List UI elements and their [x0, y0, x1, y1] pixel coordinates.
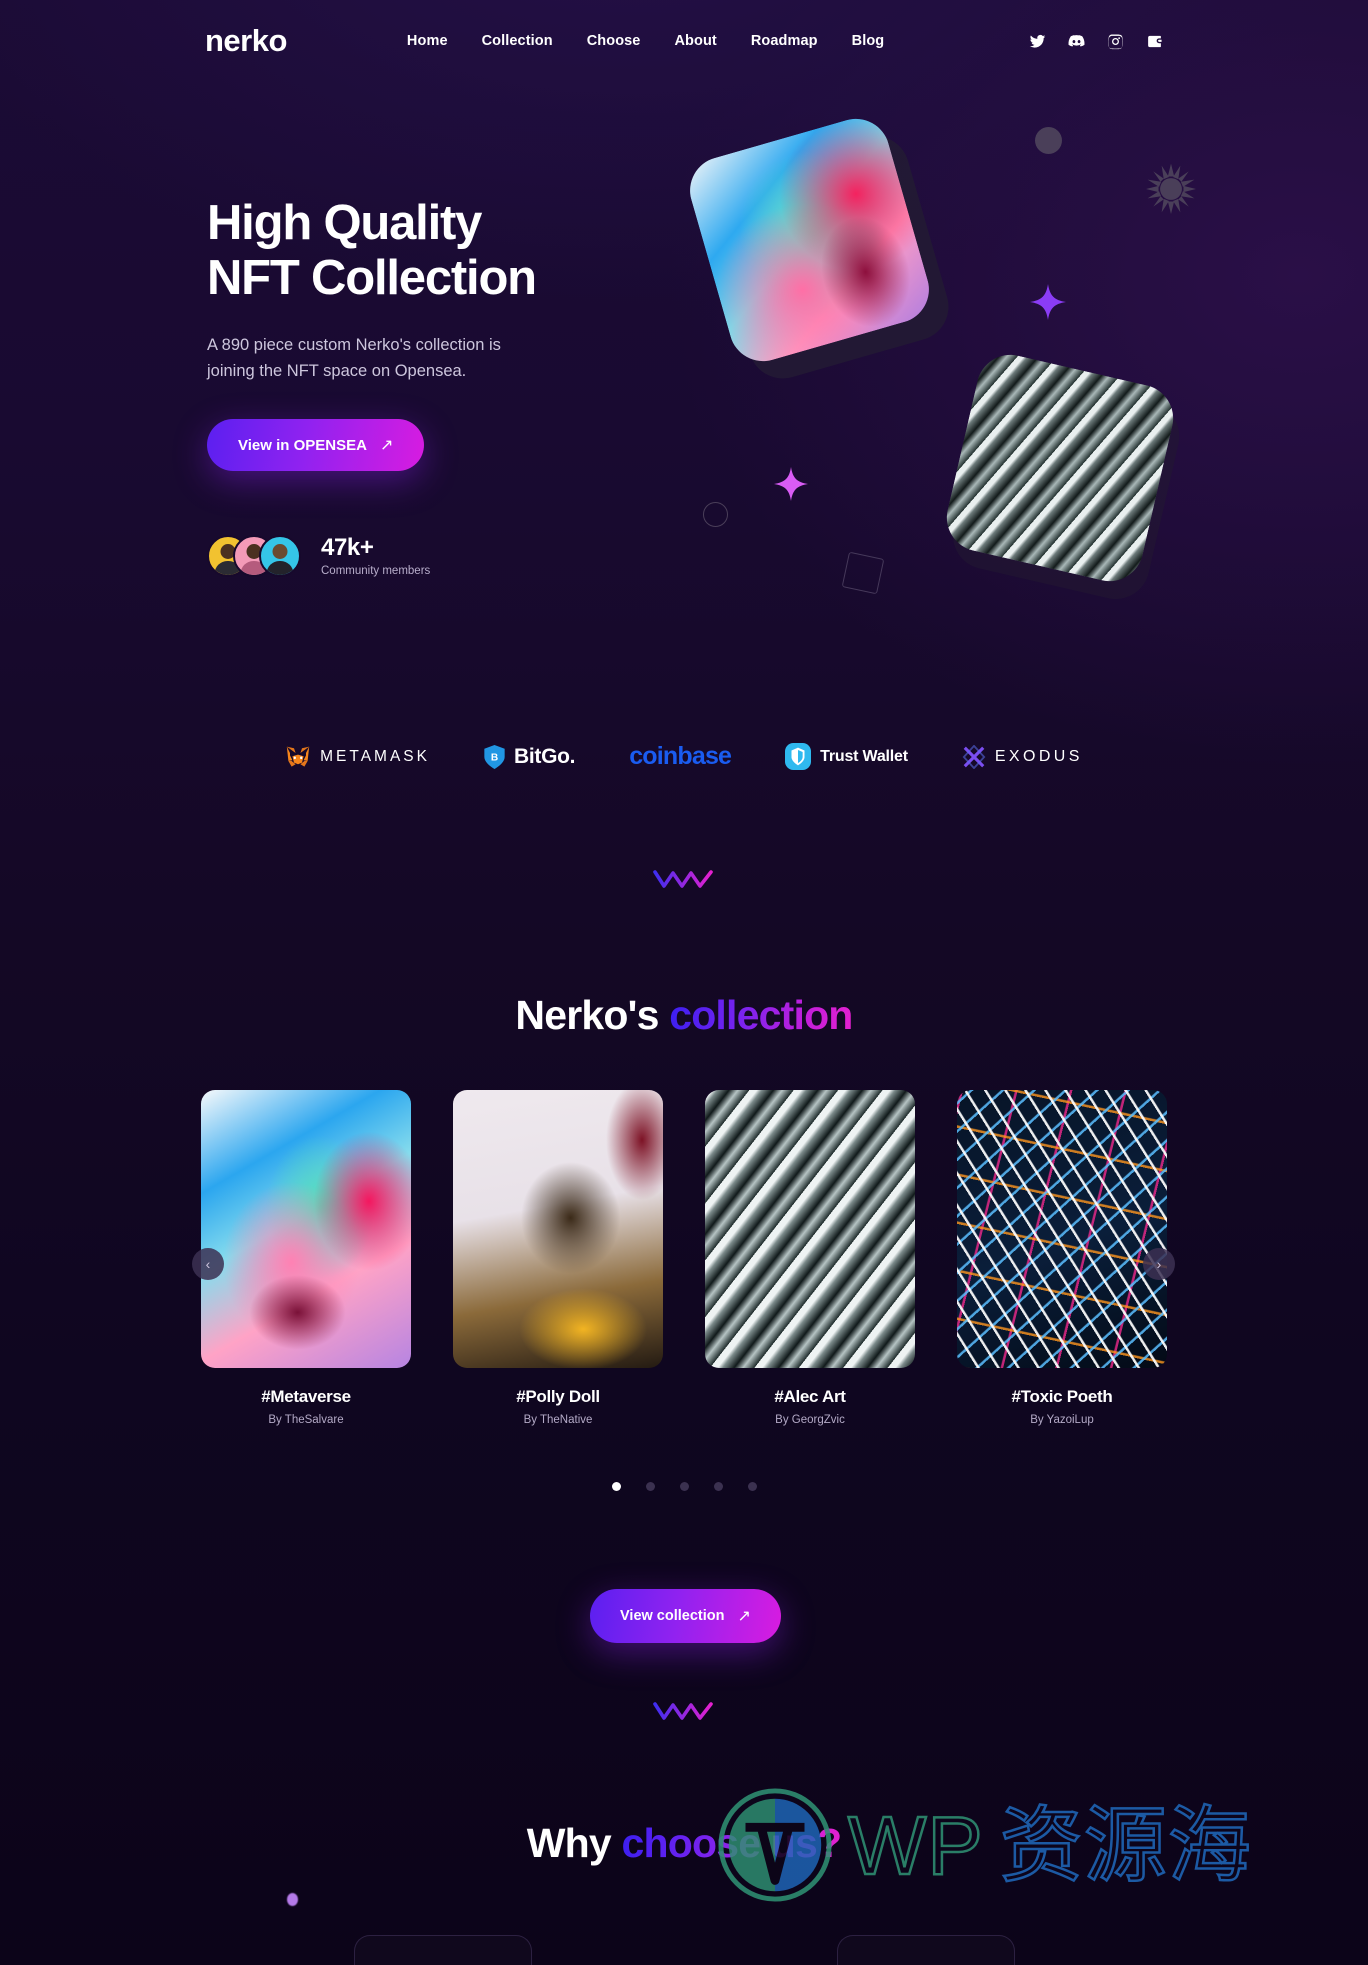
watermark-wp-text: WP	[847, 1798, 984, 1892]
partner-bitgo-label: BitGo.	[513, 744, 576, 768]
nft-card-author: By GeorgZvic	[775, 1414, 845, 1426]
collection-title-gradient: collection	[669, 992, 853, 1038]
instagram-icon[interactable]	[1107, 33, 1124, 50]
wordpress-logo-icon	[718, 1788, 832, 1902]
view-collection-label: View collection	[620, 1608, 725, 1624]
decorative-square-outline	[841, 551, 885, 595]
starburst-icon	[1145, 163, 1197, 215]
carousel-dot[interactable]	[679, 1482, 689, 1491]
why-card[interactable]	[353, 1935, 532, 1965]
nft-card-image	[201, 1090, 411, 1368]
nft-card-title: #Polly Doll	[516, 1387, 600, 1406]
carousel-prev-button[interactable]: ‹	[192, 1248, 224, 1280]
nft-card-author: By TheSalvare	[268, 1414, 344, 1426]
nav-item-roadmap[interactable]: Roadmap	[751, 33, 818, 49]
arrow-up-right-icon: ↗	[737, 1608, 751, 1625]
hero-subtitle-line2: joining the NFT space on Opensea.	[207, 362, 467, 381]
carousel-dot[interactable]	[713, 1482, 723, 1491]
nft-card-author: By YazoiLup	[1030, 1414, 1094, 1426]
decorative-circle-outline	[703, 502, 728, 527]
zigzag-divider-icon	[653, 1700, 715, 1729]
top-navbar: nerko Home Collection Choose About Roadm…	[0, 0, 1368, 82]
hero-artwork	[660, 110, 1280, 650]
community-count: 47k+	[321, 534, 374, 561]
social-links	[1029, 33, 1163, 50]
carousel-dot[interactable]	[611, 1482, 621, 1491]
partner-coinbase-label: coinbase	[629, 742, 732, 770]
nft-card-title: #Toxic Poeth	[1011, 1387, 1113, 1406]
partner-trustwallet-label: Trust Wallet	[820, 747, 908, 765]
nft-card-image	[957, 1090, 1167, 1368]
hero-nft-tile-marble	[940, 348, 1180, 588]
avatar	[259, 534, 301, 577]
view-collection-button[interactable]: View collection ↗	[590, 1589, 781, 1643]
decorative-circle-filled	[1035, 127, 1062, 154]
partner-exodus-label: EXODUS	[994, 747, 1083, 765]
bitgo-shield-icon: B	[484, 744, 505, 769]
nft-card-title: #Alec Art	[774, 1387, 846, 1406]
nft-card[interactable]: #Alec Art By GeorgZvic	[705, 1090, 915, 1426]
nft-card-image	[453, 1090, 663, 1368]
hero-title-line2: NFT Collection	[207, 250, 537, 305]
collection-title-white: Nerko's	[515, 992, 670, 1038]
partner-exodus[interactable]: EXODUS	[962, 744, 1083, 769]
nft-card[interactable]: #Polly Doll By TheNative	[453, 1090, 663, 1426]
exodus-icon	[962, 744, 986, 769]
svg-text:B: B	[491, 752, 498, 763]
avatar-group	[207, 534, 303, 577]
nft-card[interactable]: #Toxic Poeth By YazoiLup	[957, 1090, 1167, 1426]
community-count-label: Community members	[321, 565, 431, 577]
carousel-next-button[interactable]: ›	[1143, 1248, 1175, 1280]
hero-title: High Quality NFT Collection	[207, 196, 727, 306]
metamask-icon	[286, 746, 310, 767]
trustwallet-icon	[785, 743, 812, 770]
opensea-button-label: View in OPENSEA	[238, 436, 367, 454]
hero-section: High Quality NFT Collection A 890 piece …	[207, 196, 727, 472]
why-title-white: Why	[526, 1820, 622, 1866]
partner-metamask[interactable]: METAMASK	[285, 745, 430, 769]
nav-item-about[interactable]: About	[674, 33, 716, 49]
nft-card-author: By TheNative	[523, 1414, 593, 1426]
decorative-dot	[287, 1893, 298, 1906]
discord-icon[interactable]	[1068, 33, 1085, 50]
nav-links: Home Collection Choose About Roadmap Blo…	[407, 33, 884, 49]
nft-card[interactable]: #Metaverse By TheSalvare	[201, 1090, 411, 1426]
nav-item-home[interactable]: Home	[407, 33, 448, 49]
carousel-dot[interactable]	[645, 1482, 655, 1491]
arrow-up-right-icon: ↗	[379, 437, 394, 455]
twitter-icon[interactable]	[1029, 33, 1046, 50]
partner-trustwallet[interactable]: Trust Wallet	[785, 743, 908, 770]
collection-section-title: Nerko's collection	[0, 992, 1368, 1039]
nav-item-collection[interactable]: Collection	[482, 33, 553, 49]
partner-bitgo[interactable]: B BitGo.	[484, 744, 576, 769]
nav-item-choose[interactable]: Choose	[587, 33, 641, 49]
hero-nft-tile-colorful	[682, 110, 937, 370]
carousel-dot[interactable]	[747, 1482, 757, 1491]
brand-logo[interactable]: nerko	[205, 23, 287, 59]
nft-card-image	[705, 1090, 915, 1368]
hero-subtitle: A 890 piece custom Nerko's collection is…	[207, 332, 567, 385]
partner-coinbase[interactable]: coinbase	[629, 742, 732, 771]
carousel-pagination	[0, 1482, 1368, 1491]
why-card[interactable]	[836, 1935, 1015, 1965]
partner-logos: METAMASK B BitGo. coinbase Trust Wallet …	[0, 742, 1368, 771]
community-stats: 47k+ Community members	[207, 534, 430, 577]
hero-title-line1: High Quality	[207, 196, 482, 250]
partner-metamask-label: METAMASK	[320, 747, 430, 765]
page-root: nerko Home Collection Choose About Roadm…	[0, 0, 1368, 1965]
zigzag-divider-icon	[653, 868, 715, 897]
watermark: WP 资源海	[716, 1786, 1252, 1904]
nav-item-blog[interactable]: Blog	[852, 33, 885, 49]
wallet-icon[interactable]	[1146, 33, 1163, 50]
hero-subtitle-line1: A 890 piece custom Nerko's collection is	[207, 335, 501, 354]
view-in-opensea-button[interactable]: View in OPENSEA ↗	[207, 419, 425, 472]
nft-card-title: #Metaverse	[261, 1387, 351, 1406]
why-choose-cards	[0, 1935, 1368, 1965]
watermark-cn-text: 资源海	[998, 1798, 1252, 1892]
